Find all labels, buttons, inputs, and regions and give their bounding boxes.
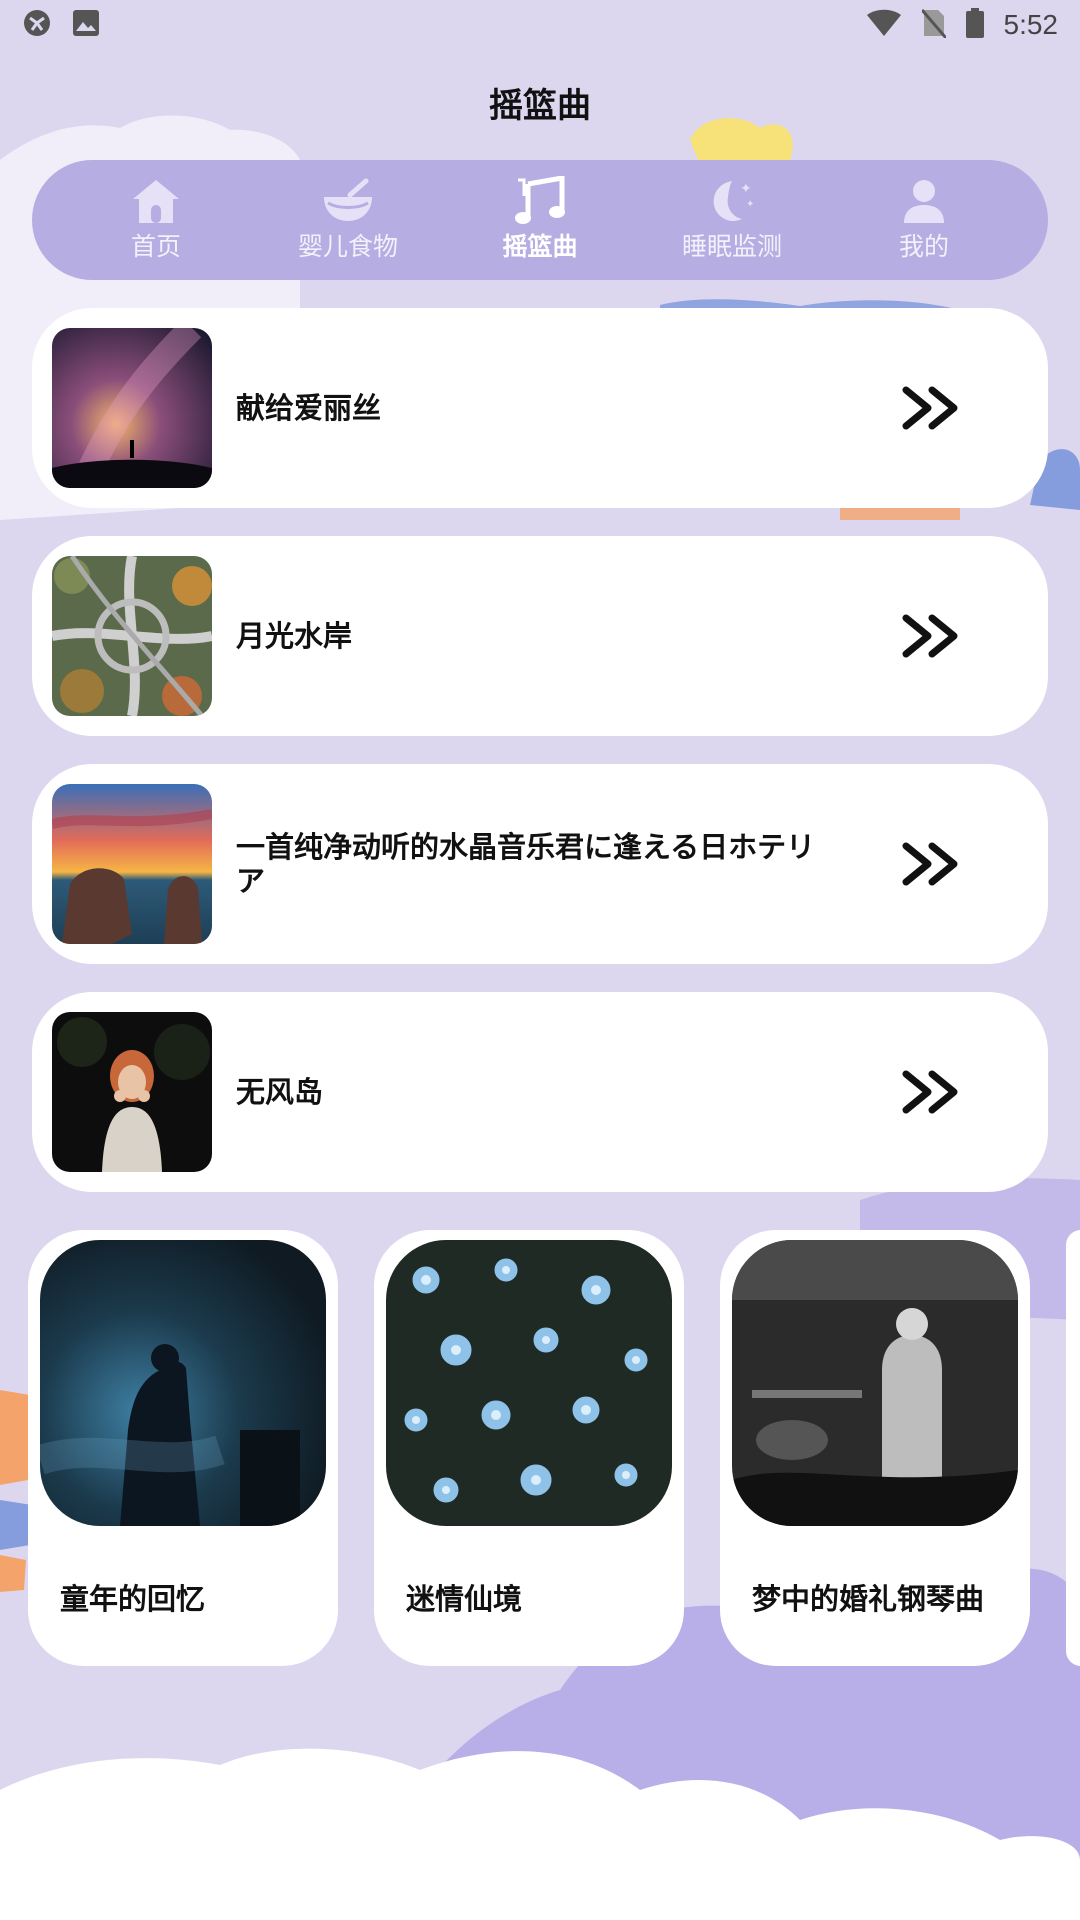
moon-icon: ✦ ✦ — [704, 177, 760, 225]
music-card[interactable]: 梦中的婚礼钢琴曲 — [720, 1230, 1030, 1666]
song-list: 献给爱丽丝 月光水岸 一首纯净动听的水晶音乐君に逢える日ホテリア 无风岛 — [32, 308, 1048, 1220]
card-title: 梦中的婚礼钢琴曲 — [752, 1582, 985, 1616]
card-image — [732, 1240, 1018, 1526]
music-note-icon — [512, 176, 568, 225]
tab-baby-food[interactable]: 婴儿食物 — [273, 177, 423, 263]
tab-home[interactable]: 首页 — [81, 177, 231, 263]
tab-mine[interactable]: 我的 — [849, 177, 999, 263]
chevron-double-right-icon[interactable] — [902, 1070, 962, 1114]
food-bowl-icon — [320, 177, 376, 225]
song-thumbnail — [52, 1012, 212, 1172]
tab-label: 睡眠监测 — [681, 232, 782, 261]
list-item[interactable]: 月光水岸 — [32, 536, 1048, 736]
song-title: 月光水岸 — [236, 619, 353, 653]
tab-label: 婴儿食物 — [297, 232, 398, 261]
sync-icon — [22, 8, 52, 42]
wifi-icon — [866, 9, 902, 41]
card-title: 童年的回忆 — [60, 1582, 206, 1616]
song-thumbnail — [52, 784, 212, 944]
song-title: 无风岛 — [236, 1075, 324, 1109]
chevron-double-right-icon[interactable] — [902, 842, 962, 886]
card-image — [386, 1240, 672, 1526]
tab-bar: 首页 婴儿食物 摇篮曲 ✦ ✦ 睡眠监测 我的 — [32, 160, 1048, 280]
list-item[interactable]: 一首纯净动听的水晶音乐君に逢える日ホテリア — [32, 764, 1048, 964]
music-card-peek[interactable] — [1066, 1230, 1080, 1666]
list-item[interactable]: 献给爱丽丝 — [32, 308, 1048, 508]
status-bar: 5:52 — [0, 0, 1080, 50]
tab-label: 首页 — [130, 232, 181, 261]
person-icon — [896, 177, 952, 225]
tab-label: 我的 — [898, 232, 949, 261]
tab-sleep-monitor[interactable]: ✦ ✦ 睡眠监测 — [657, 177, 807, 263]
card-title: 迷情仙境 — [406, 1582, 523, 1616]
card-carousel[interactable]: 童年的回忆 迷情仙境 梦中的婚礼钢琴曲 — [28, 1230, 1080, 1670]
home-icon — [128, 177, 184, 225]
chevron-double-right-icon[interactable] — [902, 614, 962, 658]
status-time: 5:52 — [1003, 9, 1059, 40]
song-thumbnail — [52, 556, 212, 716]
battery-icon — [965, 8, 984, 42]
list-item[interactable]: 无风岛 — [32, 992, 1048, 1192]
song-title: 一首纯净动听的水晶音乐君に逢える日ホテリア — [236, 830, 816, 898]
tab-lullaby[interactable]: 摇篮曲 — [465, 176, 615, 263]
song-thumbnail — [52, 328, 212, 488]
svg-text:✦: ✦ — [740, 181, 752, 197]
tab-label: 摇篮曲 — [502, 232, 578, 261]
no-sim-icon — [920, 8, 947, 42]
card-image — [40, 1240, 326, 1526]
music-card[interactable]: 童年的回忆 — [28, 1230, 338, 1666]
music-card[interactable]: 迷情仙境 — [374, 1230, 684, 1666]
song-title: 献给爱丽丝 — [236, 391, 382, 425]
image-icon — [72, 9, 100, 41]
page-title: 摇篮曲 — [489, 86, 591, 126]
svg-text:✦: ✦ — [746, 199, 754, 210]
chevron-double-right-icon[interactable] — [902, 386, 962, 430]
